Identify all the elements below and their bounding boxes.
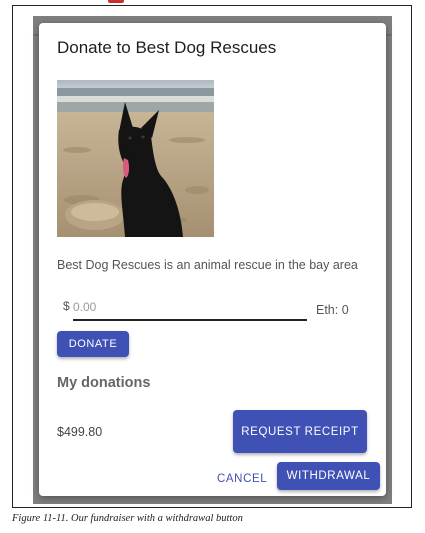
- page-edge-fragment: [108, 0, 124, 3]
- donation-total: $499.80: [57, 425, 103, 439]
- fundraiser-description: Best Dog Rescues is an animal rescue in …: [57, 258, 358, 272]
- dog-photo: [57, 80, 214, 237]
- donation-amount-input[interactable]: [73, 297, 307, 321]
- eth-amount-label: Eth: 0: [316, 303, 349, 317]
- request-receipt-button[interactable]: REQUEST RECEIPT: [233, 410, 367, 453]
- donate-button[interactable]: DONATE: [57, 331, 129, 357]
- donate-dialog: Donate to Best Dog Rescues Best Dog Resc…: [39, 23, 386, 496]
- fundraiser-image: [57, 80, 214, 237]
- page: Donate to Best Dog Rescues Best Dog Resc…: [0, 0, 425, 533]
- cancel-button[interactable]: CANCEL: [211, 466, 273, 492]
- my-donations-heading: My donations: [57, 375, 151, 391]
- dialog-title: Donate to Best Dog Rescues: [57, 38, 277, 57]
- withdrawal-button[interactable]: WITHDRAWAL: [277, 462, 380, 490]
- donation-amount-row: $ Eth: 0: [57, 297, 367, 321]
- figure-caption: Figure 11-11. Our fundraiser with a with…: [12, 513, 243, 524]
- currency-symbol: $: [63, 299, 70, 313]
